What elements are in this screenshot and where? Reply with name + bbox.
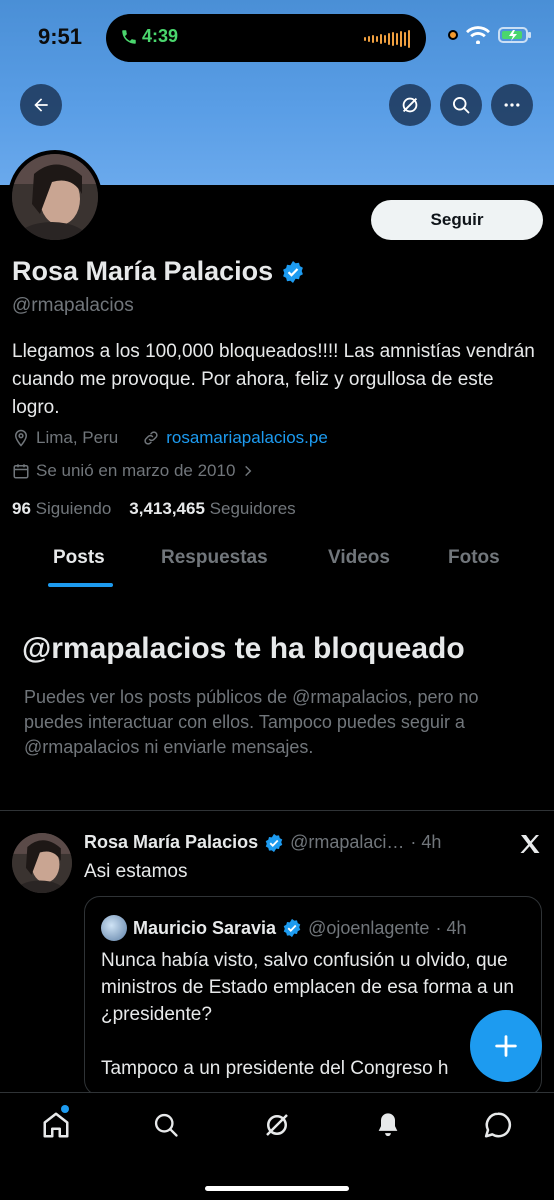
call-timer: 4:39 (142, 26, 179, 46)
location-icon (14, 429, 28, 447)
profile-joined-row[interactable]: Se unió en marzo de 2010 (12, 461, 255, 481)
battery-icon (498, 27, 531, 43)
following-label: Siguiendo (35, 499, 112, 518)
avatar-image (12, 154, 98, 240)
home-indicator (205, 1186, 349, 1191)
status-time: 9:51 (38, 24, 83, 49)
post-handle: @rmapalaci… (290, 832, 405, 852)
active-tab-indicator (48, 583, 113, 587)
post-author[interactable]: Rosa María Palacios (84, 832, 258, 853)
tab-posts[interactable]: Posts (53, 547, 105, 569)
post-text: Asi estamos (84, 861, 188, 882)
followers-count: 3,413,465 (129, 499, 205, 518)
nav-grok[interactable] (261, 1109, 293, 1141)
followers-stat[interactable]: 3,413,465 Seguidores (129, 499, 295, 519)
quote-author: Mauricio Saravia (133, 917, 277, 938)
phone-icon (122, 29, 136, 44)
post-header: Rosa María Palacios @rmapalaci… · 4h (84, 832, 441, 853)
blocked-description: Puedes ver los posts públicos de @rmapal… (24, 687, 479, 757)
profile-name: Rosa María Palacios (12, 256, 274, 286)
search-button[interactable] (440, 84, 482, 126)
profile-location: Lima, Peru (36, 428, 119, 447)
home-icon (43, 1112, 69, 1138)
profile-avatar[interactable] (8, 150, 102, 244)
quote-header: Mauricio Saravia @ojoenlagente · 4h (101, 915, 466, 941)
profile-handle: @rmapalacios (12, 295, 134, 316)
link-icon (144, 431, 158, 445)
profile-tabs: Posts Respuestas Videos Fotos (0, 535, 554, 587)
grok-button[interactable] (389, 84, 431, 126)
profile-joined: Se unió en marzo de 2010 (36, 461, 236, 480)
wifi-icon (466, 26, 490, 44)
profile-counts: 96 Siguiendo 3,413,465 Seguidores (12, 499, 296, 519)
search-icon (453, 97, 470, 114)
verified-badge-icon[interactable] (281, 260, 305, 284)
profile-bio: Llegamos a los 100,000 bloqueados!!!! La… (12, 341, 535, 418)
following-count: 96 (12, 499, 31, 518)
verified-badge-icon (283, 918, 301, 938)
quote-time: · 4h (435, 917, 467, 938)
grok-icon (402, 97, 418, 113)
post-avatar-image (12, 833, 72, 893)
home-notification-dot (61, 1105, 69, 1113)
tab-videos[interactable]: Videos (328, 547, 390, 569)
following-stat[interactable]: 96 Siguiendo (12, 499, 111, 519)
nav-explore[interactable] (150, 1109, 182, 1141)
nav-notifications[interactable] (372, 1109, 404, 1141)
post-time: · 4h (410, 832, 442, 852)
messages-icon (484, 1112, 512, 1138)
dynamic-island[interactable]: 4:39 (106, 14, 426, 62)
nav-messages[interactable] (482, 1109, 514, 1141)
follow-button[interactable]: Seguir (371, 200, 543, 240)
back-arrow-icon (34, 98, 48, 112)
verified-badge-icon (265, 833, 283, 852)
x-logo-icon (520, 835, 540, 853)
quoted-post[interactable]: Mauricio Saravia @ojoenlagente · 4h Nunc… (84, 896, 542, 1096)
back-button[interactable] (20, 84, 62, 126)
followers-label: Seguidores (209, 499, 296, 518)
grok-nav-icon (266, 1114, 288, 1136)
more-icon (504, 103, 520, 107)
profile-name-row: Rosa María Palacios (12, 256, 305, 287)
compose-button[interactable] (470, 1010, 542, 1082)
chevron-right-icon (245, 465, 252, 477)
quote-text-line2: Tampoco a un presidente del Congreso h (101, 1058, 449, 1079)
post-avatar[interactable] (12, 833, 72, 893)
quote-handle: @ojoenlagente (308, 917, 430, 938)
compose-plus-icon (495, 1035, 517, 1057)
call-indicator: 4:39 (120, 26, 178, 47)
calendar-icon (13, 464, 29, 479)
audio-wave-icon (364, 30, 410, 48)
more-button[interactable] (491, 84, 533, 126)
tab-respuestas[interactable]: Respuestas (161, 547, 268, 569)
nav-home[interactable] (40, 1109, 72, 1141)
divider (0, 810, 554, 811)
mic-indicator-icon (448, 30, 458, 40)
quote-text-line1: Nunca había visto, salvo confusión u olv… (101, 950, 514, 1025)
profile-website-link[interactable]: rosamariapalacios.pe (166, 428, 328, 448)
tab-fotos[interactable]: Fotos (448, 547, 500, 569)
bottom-nav (0, 1092, 554, 1200)
profile-meta-row: Lima, Peru rosamariapalacios.pe (12, 428, 328, 448)
quote-avatar (101, 915, 127, 941)
blocked-title: @rmapalacios te ha bloqueado (22, 632, 465, 665)
explore-icon (154, 1113, 178, 1137)
notifications-icon (378, 1113, 398, 1137)
status-icons (448, 26, 532, 44)
quote-text: Nunca había visto, salvo confusión u olv… (101, 947, 521, 1082)
